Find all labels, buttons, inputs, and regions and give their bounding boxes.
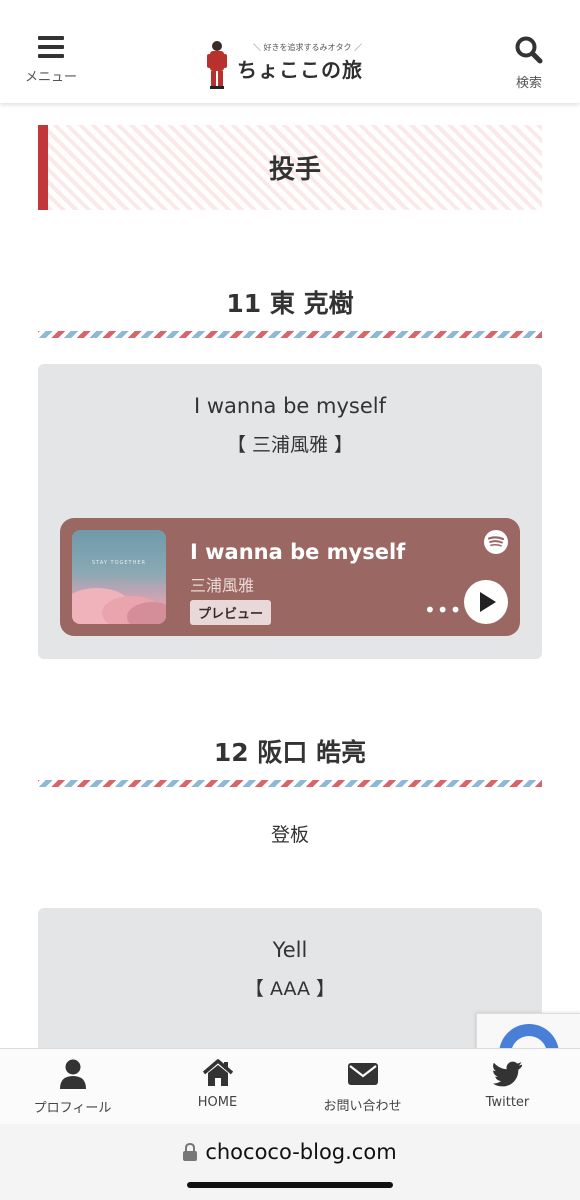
player-artist[interactable]: 三浦風雅 — [190, 572, 254, 596]
user-icon — [59, 1059, 86, 1089]
browser-address-bar: chococo-blog.com — [0, 1124, 580, 1200]
site-logo[interactable]: ＼ 好きを追求するみオタク ／ ちょここの旅 — [205, 40, 370, 92]
logo-tagline: ＼ 好きを追求するみオタク ／ — [253, 43, 363, 52]
search-icon — [515, 36, 543, 64]
nav-label-profile: プロフィール — [33, 1101, 112, 1116]
nav-label-home: HOME — [197, 1095, 238, 1110]
play-button[interactable] — [464, 580, 508, 624]
player-track-title[interactable]: I wanna be myself — [190, 540, 405, 564]
nav-item-contact[interactable]: お問い合わせ — [290, 1049, 435, 1124]
song-title: Yell — [272, 938, 308, 962]
song-title: I wanna be myself — [194, 394, 386, 418]
nav-item-profile[interactable]: プロフィール — [0, 1049, 145, 1124]
bottom-nav: プロフィール HOME お問い合わせ Twitter — [0, 1048, 580, 1124]
url-display[interactable]: chococo-blog.com — [0, 1140, 580, 1164]
menu-label: メニュー — [24, 70, 77, 85]
spotify-icon[interactable] — [484, 530, 508, 554]
hamburger-icon — [38, 36, 64, 58]
logo-name: ちょここの旅 — [237, 58, 363, 82]
airmail-divider — [38, 780, 542, 787]
cover-text: STAY TOGETHER — [92, 560, 146, 566]
site-header: メニュー ＼ 好きを追求するみオタク ／ ちょここの旅 検索 — [0, 0, 580, 103]
page-title: 投手 — [38, 125, 542, 210]
lock-icon — [183, 1142, 198, 1161]
search-button[interactable]: 検索 — [494, 36, 564, 91]
menu-button[interactable]: メニュー — [16, 36, 86, 85]
nav-item-twitter[interactable]: Twitter — [435, 1049, 580, 1124]
play-icon — [480, 592, 496, 612]
more-options-icon[interactable]: ••• — [424, 598, 462, 622]
twitter-icon — [492, 1061, 522, 1087]
character-icon — [207, 41, 227, 89]
home-indicator[interactable] — [187, 1182, 393, 1188]
envelope-icon — [347, 1063, 378, 1085]
url-text: chococo-blog.com — [205, 1140, 397, 1164]
section-note: 登板 — [270, 824, 309, 846]
album-cover: STAY TOGETHER — [72, 530, 166, 624]
song-artist: 【 AAA 】 — [244, 978, 336, 1000]
search-label: 検索 — [515, 76, 542, 91]
preview-badge: プレビュー — [190, 600, 272, 625]
airmail-divider — [38, 331, 542, 338]
nav-label-contact: お問い合わせ — [323, 1099, 402, 1114]
section-heading-11: 11 東 克樹 — [226, 289, 354, 318]
nav-item-home[interactable]: HOME — [145, 1049, 290, 1124]
song-box: I wanna be myself 【 三浦風雅 】 STAY TOGETHER… — [38, 364, 542, 659]
home-icon — [202, 1059, 233, 1086]
nav-label-twitter: Twitter — [485, 1095, 530, 1110]
section-heading-12: 12 阪口 皓亮 — [213, 738, 367, 767]
spotify-player[interactable]: STAY TOGETHER I wanna be myself 三浦風雅 プレビ… — [60, 518, 520, 636]
song-artist: 【 三浦風雅 】 — [226, 434, 354, 456]
